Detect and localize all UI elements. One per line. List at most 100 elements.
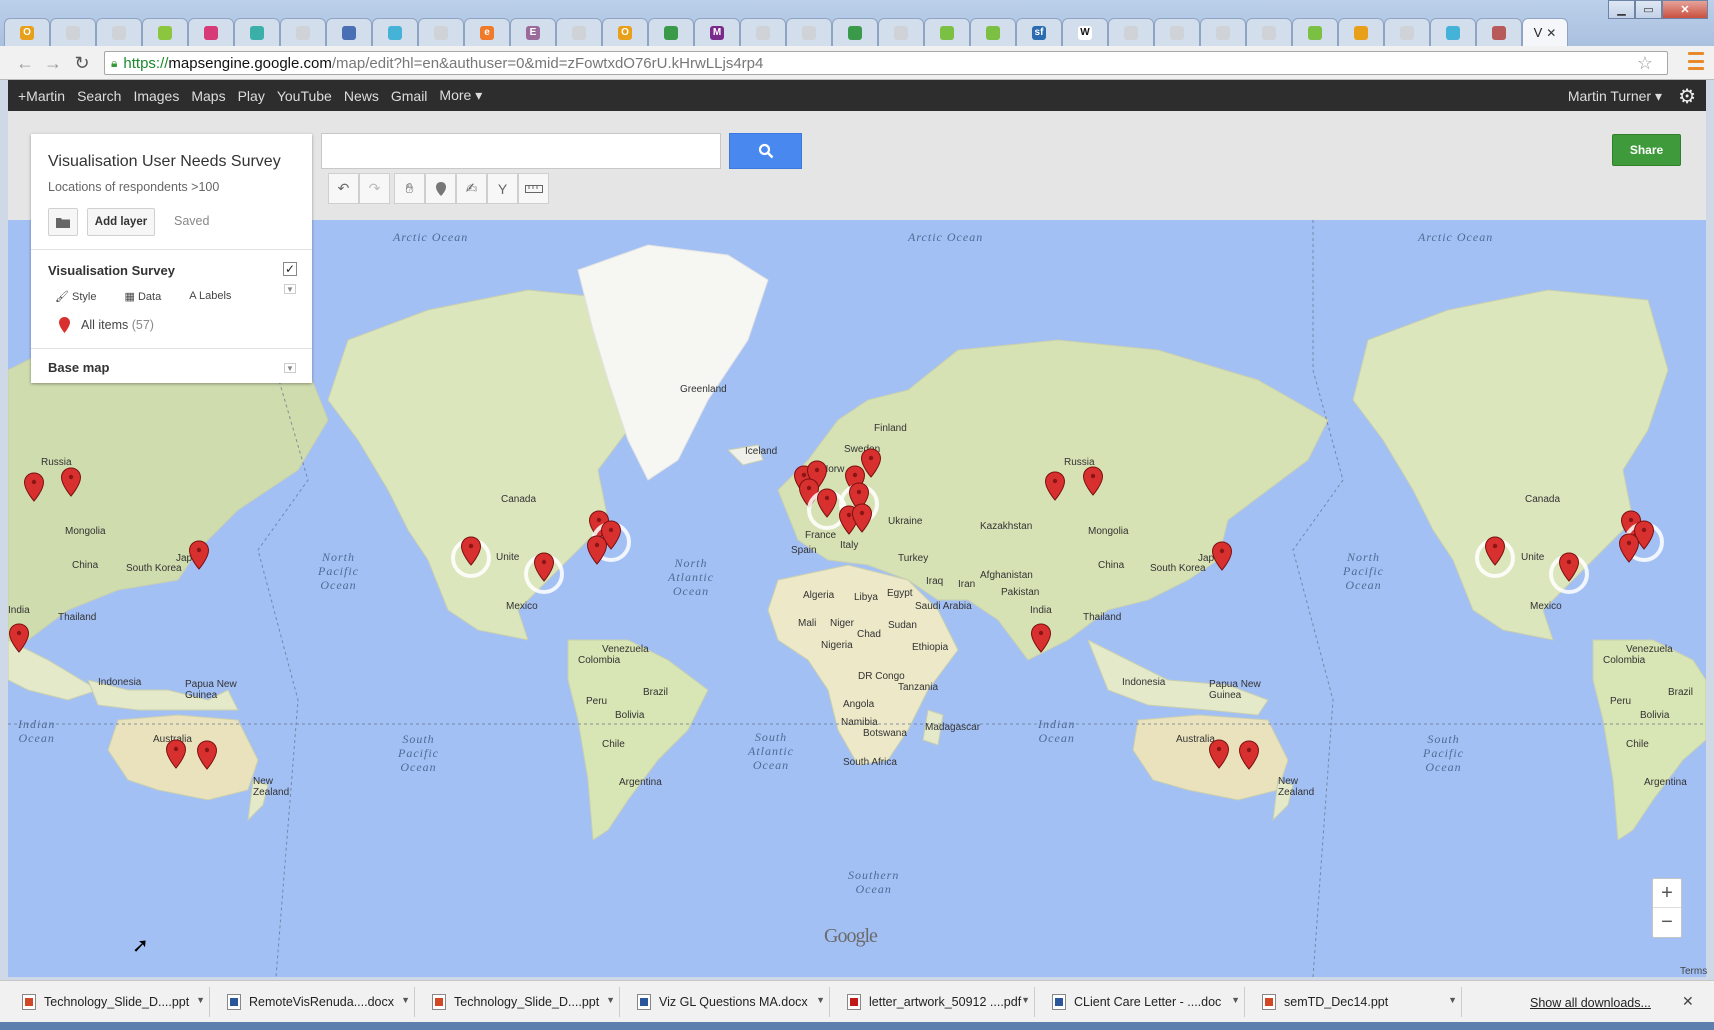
hand-icon[interactable]: ✋︎ bbox=[394, 173, 425, 204]
address-bar[interactable]: 🔒︎ https://mapsengine.google.com/map/edi… bbox=[104, 51, 1668, 75]
browser-tab[interactable] bbox=[832, 18, 878, 46]
gear-icon[interactable]: ⚙ bbox=[1678, 84, 1696, 109]
map-marker-icon[interactable] bbox=[196, 740, 218, 770]
map-description[interactable]: Locations of respondents >100 bbox=[48, 180, 219, 194]
browser-tab[interactable] bbox=[280, 18, 326, 46]
download-item[interactable]: Viz GL Questions MA.docx ▼ bbox=[625, 987, 830, 1017]
browser-tab[interactable] bbox=[1430, 18, 1476, 46]
map-marker-icon[interactable] bbox=[8, 623, 30, 653]
zoom-out-button[interactable]: − bbox=[1653, 908, 1681, 937]
browser-tab[interactable] bbox=[372, 18, 418, 46]
browser-tab[interactable] bbox=[878, 18, 924, 46]
share-button[interactable]: Share bbox=[1612, 134, 1681, 166]
download-item[interactable]: Technology_Slide_D....ppt ▼ bbox=[10, 987, 210, 1017]
folder-button[interactable] bbox=[48, 208, 78, 236]
map-marker-icon[interactable] bbox=[165, 739, 187, 769]
bookmark-star-icon[interactable]: ☆ bbox=[1637, 53, 1653, 74]
browser-tab[interactable]: sf bbox=[1016, 18, 1062, 46]
map-marker-icon[interactable] bbox=[1044, 471, 1066, 501]
gbar-link[interactable]: Gmail bbox=[391, 88, 428, 104]
forward-icon[interactable]: → bbox=[42, 52, 64, 74]
map-marker-icon[interactable] bbox=[533, 552, 555, 582]
browser-tab[interactable] bbox=[326, 18, 372, 46]
browser-tab[interactable] bbox=[418, 18, 464, 46]
browser-tab[interactable] bbox=[1338, 18, 1384, 46]
all-items-row[interactable]: All items (57) bbox=[81, 318, 154, 332]
download-item[interactable]: RemoteVisRenuda....docx ▼ bbox=[215, 987, 415, 1017]
search-button[interactable] bbox=[729, 133, 802, 169]
browser-tab[interactable] bbox=[1154, 18, 1200, 46]
back-icon[interactable]: ← bbox=[14, 52, 36, 74]
browser-tab[interactable] bbox=[1246, 18, 1292, 46]
map-marker-icon[interactable] bbox=[188, 540, 210, 570]
close-tab-icon[interactable]: ✕ bbox=[1546, 26, 1556, 40]
browser-tab[interactable]: W bbox=[1062, 18, 1108, 46]
map-title[interactable]: Visualisation User Needs Survey bbox=[48, 153, 281, 171]
browser-tab[interactable]: O bbox=[4, 18, 50, 46]
download-item[interactable]: letter_artwork_50912 ....pdf ▼ bbox=[835, 987, 1035, 1017]
browser-tab[interactable] bbox=[234, 18, 280, 46]
terms-link[interactable]: Terms bbox=[1680, 966, 1707, 977]
map-marker-icon[interactable] bbox=[1558, 552, 1580, 582]
browser-tab[interactable]: E bbox=[510, 18, 556, 46]
chevron-down-icon[interactable]: ▼ bbox=[401, 995, 410, 1005]
data-option[interactable]: ▦ Data bbox=[125, 290, 176, 303]
download-item[interactable]: Technology_Slide_D....ppt ▼ bbox=[420, 987, 620, 1017]
account-menu[interactable]: Martin Turner ▾ bbox=[1568, 88, 1662, 105]
show-all-downloads-link[interactable]: Show all downloads... bbox=[1530, 996, 1651, 1010]
layer-menu-chevron-icon[interactable]: ▼ bbox=[284, 284, 296, 294]
base-map-chevron-icon[interactable]: ▼ bbox=[284, 363, 296, 373]
gbar-link[interactable]: More ▾ bbox=[439, 87, 482, 104]
chevron-down-icon[interactable]: ▼ bbox=[1231, 995, 1240, 1005]
layer-visibility-checkbox[interactable]: ✓ bbox=[283, 262, 297, 276]
map-marker-icon[interactable] bbox=[1484, 536, 1506, 566]
browser-tab[interactable] bbox=[924, 18, 970, 46]
download-item[interactable]: semTD_Dec14.ppt ▼ bbox=[1250, 987, 1462, 1017]
gbar-link[interactable]: YouTube bbox=[277, 88, 332, 104]
polygon-icon[interactable]: ✍︎ bbox=[456, 173, 487, 204]
zoom-in-button[interactable]: + bbox=[1653, 879, 1681, 908]
map-marker-icon[interactable] bbox=[1618, 533, 1640, 563]
browser-tab[interactable] bbox=[1200, 18, 1246, 46]
chevron-down-icon[interactable]: ▼ bbox=[816, 995, 825, 1005]
gbar-link[interactable]: News bbox=[344, 88, 379, 104]
map-marker-icon[interactable] bbox=[851, 503, 873, 533]
gbar-link[interactable]: Maps bbox=[191, 88, 225, 104]
style-option[interactable]: 🖌︎ Style bbox=[55, 290, 111, 303]
browser-tab[interactable] bbox=[188, 18, 234, 46]
map-search-input[interactable] bbox=[321, 133, 721, 169]
map-marker-icon[interactable] bbox=[1211, 541, 1233, 571]
browser-tab[interactable] bbox=[1384, 18, 1430, 46]
download-item[interactable]: CLient Care Letter - ....doc ▼ bbox=[1040, 987, 1245, 1017]
maximize-button[interactable]: ▭ bbox=[1635, 0, 1662, 19]
map-marker-icon[interactable] bbox=[460, 536, 482, 566]
labels-option[interactable]: A Labels bbox=[189, 290, 245, 303]
active-tab[interactable]: V ✕ bbox=[1522, 18, 1568, 46]
base-map-label[interactable]: Base map bbox=[48, 360, 109, 375]
map-marker-icon[interactable] bbox=[1238, 740, 1260, 770]
minimize-button[interactable]: ▁ bbox=[1608, 0, 1635, 19]
chrome-menu-icon[interactable] bbox=[1688, 52, 1704, 70]
browser-tab[interactable] bbox=[142, 18, 188, 46]
ruler-icon[interactable] bbox=[518, 173, 549, 204]
browser-tab[interactable] bbox=[50, 18, 96, 46]
gbar-link[interactable]: Search bbox=[77, 88, 121, 104]
redo-icon[interactable]: ↷ bbox=[359, 173, 390, 204]
map-marker-icon[interactable] bbox=[23, 472, 45, 502]
map-marker-icon[interactable] bbox=[1030, 623, 1052, 653]
marker-icon[interactable] bbox=[425, 173, 456, 204]
map-marker-icon[interactable] bbox=[586, 535, 608, 565]
browser-tab[interactable] bbox=[740, 18, 786, 46]
reload-icon[interactable]: ↻ bbox=[71, 52, 93, 74]
browser-tab[interactable]: O bbox=[602, 18, 648, 46]
browser-tab[interactable]: e bbox=[464, 18, 510, 46]
browser-tab[interactable] bbox=[1476, 18, 1522, 46]
close-window-button[interactable]: ✕ bbox=[1662, 0, 1708, 19]
chevron-down-icon[interactable]: ▼ bbox=[1021, 995, 1030, 1005]
map-marker-icon[interactable] bbox=[60, 467, 82, 497]
browser-tab[interactable] bbox=[970, 18, 1016, 46]
map-marker-icon[interactable] bbox=[1082, 466, 1104, 496]
chevron-down-icon[interactable]: ▼ bbox=[606, 995, 615, 1005]
gbar-link[interactable]: Play bbox=[238, 88, 265, 104]
route-icon[interactable]: Y bbox=[487, 173, 518, 204]
